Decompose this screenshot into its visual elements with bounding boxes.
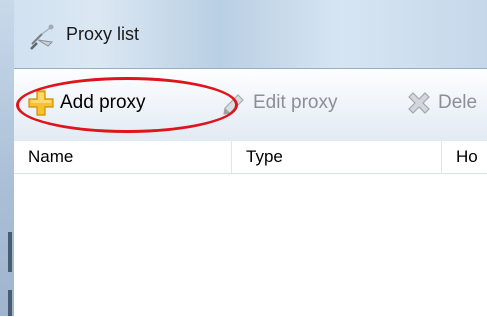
window-client: Add proxy Edit proxy Dele Name Type Ho	[14, 68, 487, 317]
title-bar[interactable]: Proxy list	[14, 8, 487, 68]
edit-proxy-label: Edit proxy	[253, 92, 338, 113]
background-edge	[8, 290, 12, 316]
edit-proxy-button[interactable]: Edit proxy	[219, 83, 337, 123]
list-header: Name Type Ho	[14, 141, 487, 174]
delete-proxy-label: Dele	[438, 92, 478, 113]
add-proxy-label: Add proxy	[60, 92, 146, 113]
proxy-list[interactable]	[14, 174, 487, 317]
delete-x-icon	[404, 88, 434, 118]
satellite-dish-icon	[28, 22, 58, 52]
column-header-type[interactable]: Type	[232, 141, 442, 173]
delete-proxy-button[interactable]: Dele	[404, 83, 477, 123]
column-header-name[interactable]: Name	[14, 141, 232, 173]
add-proxy-button[interactable]: Add proxy	[26, 83, 146, 123]
background-edge	[8, 232, 12, 272]
pencil-icon	[219, 88, 249, 118]
plus-icon	[26, 88, 56, 118]
window-title: Proxy list	[66, 24, 140, 44]
toolbar: Add proxy Edit proxy Dele	[14, 69, 487, 142]
column-header-host[interactable]: Ho	[442, 141, 487, 173]
